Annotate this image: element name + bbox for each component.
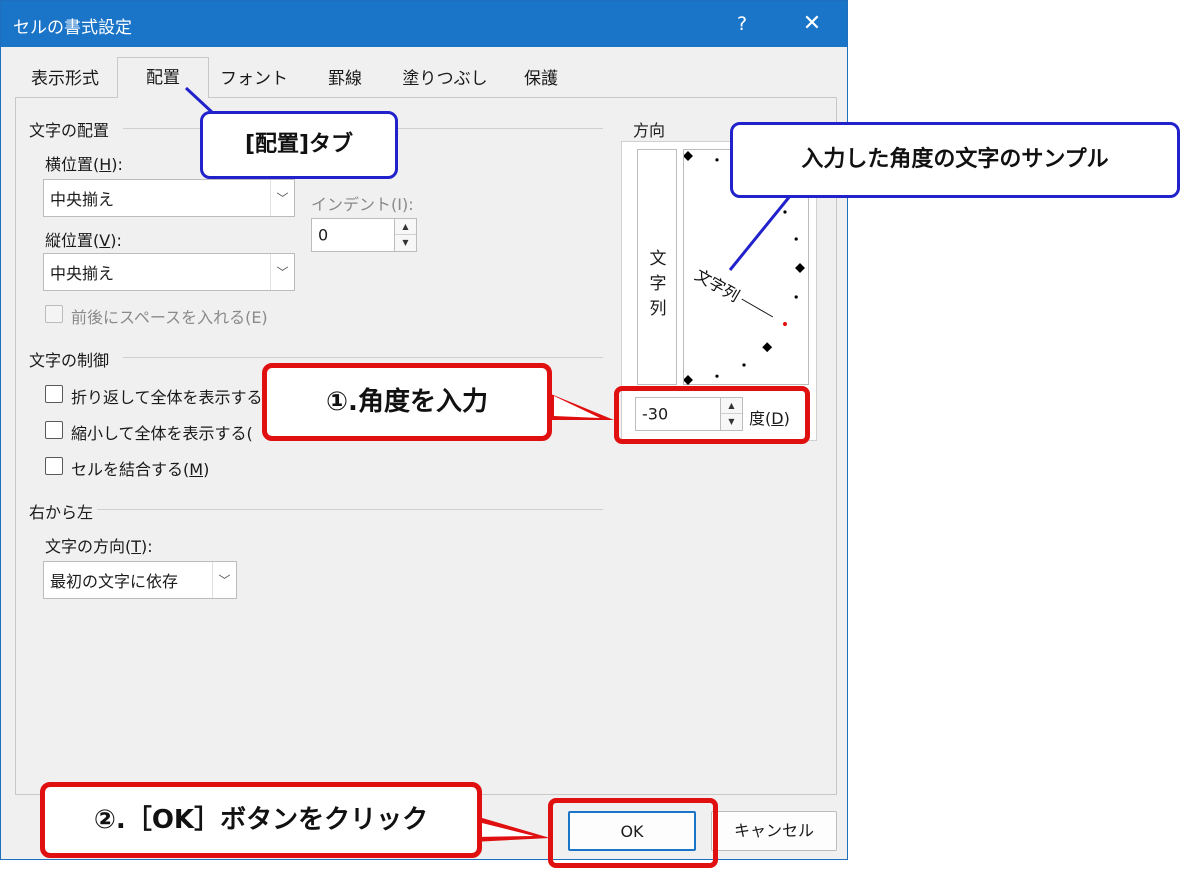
vertical-label: 縦位置(V):: [45, 231, 122, 250]
dial-minor-tick: [794, 237, 798, 241]
tab-fill[interactable]: 塗りつぶし: [393, 61, 497, 97]
vertical-select[interactable]: 中央揃え ﹀: [43, 253, 295, 291]
wrap-text-label: 折り返して全体を表示する: [71, 388, 263, 407]
shrink-to-fit-label: 縮小して全体を表示する(: [71, 424, 253, 443]
ok-highlight: [548, 798, 718, 868]
vertical-text-button[interactable]: 文 字 列: [637, 149, 677, 385]
close-button[interactable]: ✕: [797, 9, 827, 39]
spin-down-icon[interactable]: ▼: [394, 235, 416, 251]
dial-major-tick: [684, 375, 693, 385]
degrees-highlight: [614, 386, 810, 444]
dialog-title: セルの書式設定: [13, 18, 132, 38]
distributed-checkbox[interactable]: [45, 305, 63, 323]
indent-stepper[interactable]: 0 ▲ ▼: [311, 218, 417, 252]
chevron-down-icon[interactable]: ﹀: [212, 562, 236, 598]
dial-minor-tick: [715, 374, 719, 378]
tab-font[interactable]: フォント: [211, 61, 297, 97]
sample-callout: 入力した角度の文字のサンプル: [730, 122, 1180, 198]
tab-number[interactable]: 表示形式: [15, 61, 115, 97]
chevron-down-icon[interactable]: ﹀: [270, 180, 294, 216]
group-divider: [123, 357, 603, 358]
step2-callout: ②.［OK］ボタンをクリック: [40, 782, 482, 858]
shrink-to-fit-checkbox[interactable]: [45, 421, 63, 439]
dial-handle[interactable]: [782, 321, 787, 326]
orientation-group-label: 方向: [633, 121, 666, 140]
text-direction-value: 最初の文字に依存: [50, 572, 179, 591]
group-divider: [97, 509, 603, 510]
sample-text: 文字列: [692, 265, 743, 305]
text-direction-label: 文字の方向(T):: [45, 537, 153, 556]
dial-minor-tick: [742, 363, 746, 367]
help-button[interactable]: ?: [727, 9, 757, 39]
text-control-group-label: 文字の制御: [29, 351, 110, 370]
dial-minor-tick: [794, 295, 798, 299]
dial-minor-tick: [783, 210, 787, 214]
vertical-char: 字: [649, 274, 667, 294]
dial-major-tick: [795, 263, 805, 273]
dial-major-tick: [684, 151, 693, 161]
dial-major-tick: [762, 342, 773, 353]
sample-indicator-line: [741, 298, 774, 318]
horizontal-select[interactable]: 中央揃え ﹀: [43, 179, 295, 217]
horizontal-label: 横位置(H):: [45, 155, 123, 174]
horizontal-value: 中央揃え: [50, 190, 115, 209]
tab-border[interactable]: 罫線: [301, 61, 389, 97]
chevron-down-icon[interactable]: ﹀: [270, 254, 294, 290]
tab-alignment[interactable]: 配置: [117, 57, 209, 98]
vertical-char: 列: [649, 299, 667, 319]
vertical-value: 中央揃え: [50, 264, 115, 283]
merge-cells-checkbox[interactable]: [45, 457, 63, 475]
indent-label: インデント(I):: [311, 195, 414, 214]
dial-minor-tick: [715, 158, 719, 162]
merge-cells-label: セルを結合する(M): [71, 460, 210, 479]
wrap-text-checkbox[interactable]: [45, 385, 63, 403]
title-bar: セルの書式設定 ? ✕: [1, 1, 847, 47]
tab-callout: [配置]タブ: [200, 111, 398, 179]
tab-protection[interactable]: 保護: [499, 61, 583, 97]
sample-text-group: 文字列: [692, 265, 787, 326]
vertical-char: 文: [649, 249, 667, 269]
text-alignment-group-label: 文字の配置: [29, 121, 110, 140]
rtl-group-label: 右から左: [29, 503, 94, 522]
distributed-label: 前後にスペースを入れる(E): [71, 308, 268, 327]
text-direction-select[interactable]: 最初の文字に依存 ﹀: [43, 561, 237, 599]
step1-callout: ①.角度を入力: [262, 363, 552, 441]
cancel-button[interactable]: キャンセル: [711, 811, 837, 851]
spin-up-icon[interactable]: ▲: [394, 219, 416, 235]
indent-value: 0: [318, 225, 329, 245]
